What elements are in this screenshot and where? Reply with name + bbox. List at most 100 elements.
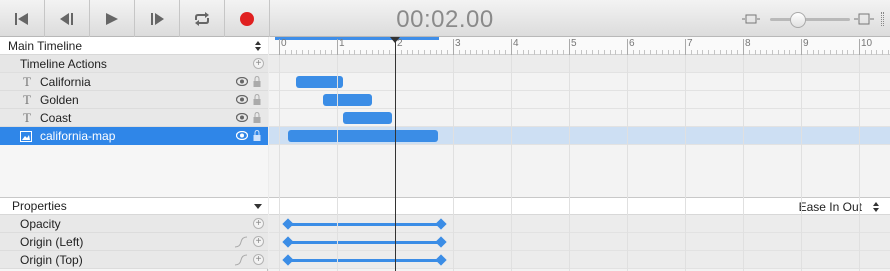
- layer-row[interactable]: T California: [0, 73, 268, 91]
- ruler-major-tick: [337, 39, 338, 55]
- time-ruler[interactable]: 0 1 2 3 4 5 6 7 8 9 10: [269, 37, 890, 55]
- keyframe-diamond[interactable]: [282, 254, 294, 266]
- curve-icon[interactable]: [234, 236, 248, 248]
- ruler-label: 1: [339, 38, 345, 49]
- updown-arrows-icon[interactable]: [872, 201, 880, 213]
- grid-line: [627, 55, 628, 271]
- eye-icon[interactable]: [236, 131, 248, 140]
- zoom-knob[interactable]: [790, 12, 806, 28]
- layer-lane-selected[interactable]: [269, 127, 890, 145]
- play-button[interactable]: [90, 0, 135, 37]
- chevron-down-icon: [254, 204, 262, 209]
- ruler-major-tick: [685, 39, 686, 55]
- lock-icon[interactable]: [253, 76, 261, 87]
- property-label: Opacity: [20, 216, 61, 231]
- easing-header[interactable]: Ease In Out: [269, 197, 890, 215]
- time-display: 00:02.00: [396, 6, 494, 33]
- keyframe-lane[interactable]: [269, 215, 890, 233]
- keyframe-lane[interactable]: [269, 233, 890, 251]
- ruler-major-tick: [859, 39, 860, 55]
- keyframe-diamond[interactable]: [435, 218, 448, 230]
- add-action-icon[interactable]: +: [253, 58, 264, 69]
- curve-icon[interactable]: [234, 254, 248, 266]
- grid-line: [685, 55, 686, 271]
- keyframe-diamond[interactable]: [282, 218, 294, 230]
- ruler-label: 9: [803, 38, 809, 49]
- layer-bar[interactable]: [296, 76, 343, 88]
- keyframe-track[interactable]: [287, 259, 442, 262]
- zoom-slider[interactable]: [742, 10, 880, 28]
- keyframe-diamond[interactable]: [282, 236, 294, 248]
- text-layer-icon: T: [23, 73, 31, 89]
- ruler-major-tick: [279, 39, 280, 55]
- layer-row[interactable]: T Coast: [0, 109, 268, 127]
- property-row[interactable]: Origin (Left) +: [0, 233, 268, 251]
- empty-layer-area: [0, 145, 268, 197]
- ruler-major-tick: [743, 39, 744, 55]
- add-keyframe-icon[interactable]: +: [253, 218, 264, 229]
- layers-panel: Main Timeline Timeline Actions + T Calif…: [0, 37, 268, 271]
- actions-lane[interactable]: [269, 55, 890, 73]
- timeline-actions-row[interactable]: Timeline Actions +: [0, 55, 268, 73]
- lock-icon[interactable]: [253, 130, 261, 141]
- ruler-label: 6: [629, 38, 635, 49]
- grid-line: [279, 55, 280, 271]
- layer-label: Coast: [40, 110, 72, 125]
- layer-bar[interactable]: [322, 94, 372, 106]
- grid-line: [337, 55, 338, 271]
- grid-line: [453, 55, 454, 271]
- layer-lane[interactable]: [269, 109, 890, 127]
- layer-bar[interactable]: [287, 130, 439, 142]
- ruler-major-tick: [801, 39, 802, 55]
- add-keyframe-icon[interactable]: +: [253, 236, 264, 247]
- grid-line: [743, 55, 744, 271]
- zoom-out-icon[interactable]: [742, 13, 760, 25]
- timeline-actions-label: Timeline Actions: [20, 56, 107, 71]
- layer-label: Golden: [40, 92, 79, 107]
- timeline-selector[interactable]: Main Timeline: [0, 37, 268, 55]
- ruler-major-tick: [569, 39, 570, 55]
- layer-row-selected[interactable]: california-map: [0, 127, 268, 145]
- lock-icon[interactable]: [253, 94, 261, 105]
- record-button[interactable]: [225, 0, 270, 37]
- property-row[interactable]: Opacity +: [0, 215, 268, 233]
- playback-progress: [275, 37, 439, 40]
- property-label: Origin (Left): [20, 234, 84, 249]
- properties-header[interactable]: Properties: [0, 197, 268, 215]
- playhead[interactable]: [395, 37, 396, 271]
- keyframe-track[interactable]: [287, 241, 442, 244]
- eye-icon[interactable]: [236, 113, 248, 122]
- record-icon: [240, 11, 254, 26]
- ruler-label: 3: [455, 38, 461, 49]
- skip-to-start-button[interactable]: [0, 0, 45, 37]
- eye-icon[interactable]: [236, 77, 248, 86]
- text-layer-icon: T: [23, 109, 31, 125]
- property-row[interactable]: Origin (Top) +: [0, 251, 268, 269]
- zoom-in-icon[interactable]: [854, 13, 874, 25]
- keyframe-diamond[interactable]: [435, 236, 448, 248]
- properties-title: Properties: [12, 199, 67, 213]
- add-keyframe-icon[interactable]: +: [253, 254, 264, 265]
- layer-lane[interactable]: [269, 73, 890, 91]
- lock-icon[interactable]: [253, 112, 261, 123]
- skip-to-start-icon: [15, 12, 28, 25]
- ruler-label: 8: [745, 38, 751, 49]
- layer-bar[interactable]: [342, 112, 393, 124]
- step-forward-button[interactable]: [135, 0, 180, 37]
- keyframe-diamond[interactable]: [435, 254, 448, 266]
- timeline-area[interactable]: 0 1 2 3 4 5 6 7 8 9 10 Ease In Out: [269, 37, 890, 271]
- step-back-button[interactable]: [45, 0, 90, 37]
- resize-grip[interactable]: [881, 12, 884, 26]
- layer-row[interactable]: T Golden: [0, 91, 268, 109]
- loop-button[interactable]: [180, 0, 225, 37]
- keyframe-lane[interactable]: [269, 251, 890, 269]
- ruler-label: 0: [281, 38, 287, 49]
- grid-line: [859, 55, 860, 271]
- eye-icon[interactable]: [236, 95, 248, 104]
- layer-lane[interactable]: [269, 91, 890, 109]
- image-layer-icon: [20, 130, 32, 142]
- keyframe-track[interactable]: [287, 223, 442, 226]
- zoom-track[interactable]: [770, 18, 850, 21]
- updown-arrows-icon: [255, 41, 261, 51]
- easing-selector[interactable]: Ease In Out: [799, 200, 862, 214]
